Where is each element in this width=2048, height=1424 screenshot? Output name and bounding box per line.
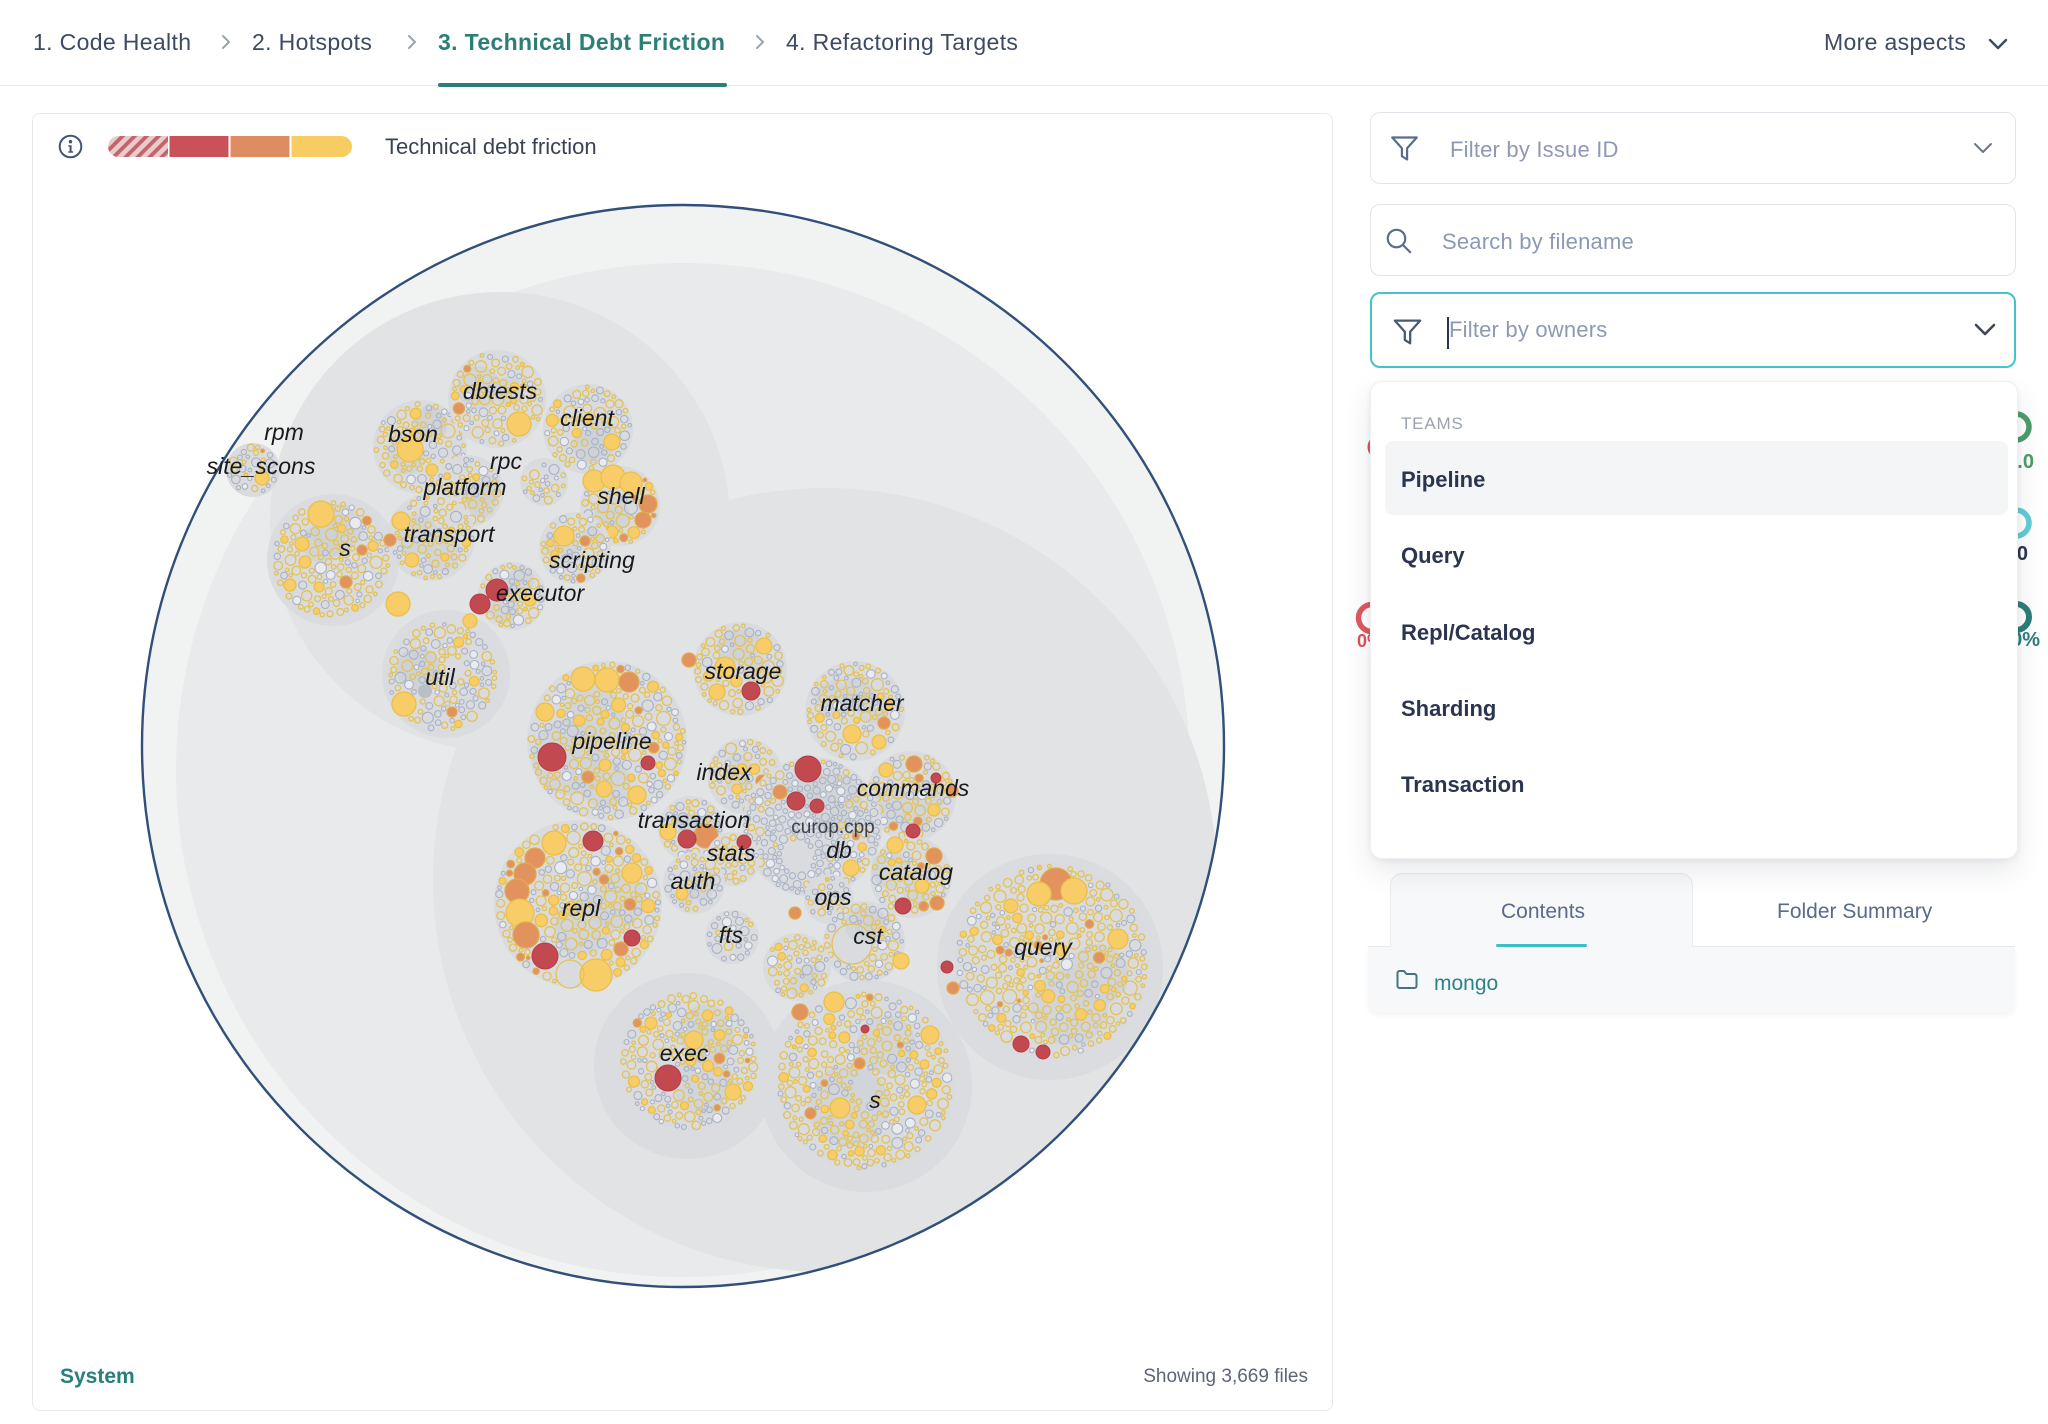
svg-text:rpc: rpc xyxy=(490,448,522,474)
svg-text:util: util xyxy=(425,664,455,690)
svg-text:pipeline: pipeline xyxy=(571,728,651,754)
svg-text:exec: exec xyxy=(660,1040,709,1066)
svg-text:client: client xyxy=(560,405,615,431)
svg-text:storage: storage xyxy=(705,658,782,684)
svg-text:ops: ops xyxy=(814,884,852,910)
svg-text:db: db xyxy=(826,837,852,863)
svg-text:0: 0 xyxy=(2017,543,2028,565)
svg-text:stats: stats xyxy=(707,840,756,866)
svg-text:query: query xyxy=(1014,934,1073,960)
svg-text:repl: repl xyxy=(562,895,601,921)
svg-text:platform: platform xyxy=(422,474,506,500)
svg-text:shell: shell xyxy=(597,483,645,509)
svg-text:transport: transport xyxy=(404,521,496,547)
svg-text:index: index xyxy=(697,759,753,785)
svg-text:catalog: catalog xyxy=(879,859,953,885)
svg-text:s: s xyxy=(869,1087,881,1113)
svg-text:executor: executor xyxy=(496,580,586,606)
svg-text:commands: commands xyxy=(857,775,970,801)
svg-text:transaction: transaction xyxy=(638,807,751,833)
svg-text:s: s xyxy=(339,535,351,561)
svg-text:bson: bson xyxy=(388,421,438,447)
svg-text:site_scons: site_scons xyxy=(207,453,316,479)
svg-text:fts: fts xyxy=(719,922,744,948)
svg-text:auth: auth xyxy=(671,868,716,894)
svg-text:cst: cst xyxy=(853,923,884,949)
svg-text:scripting: scripting xyxy=(549,547,635,573)
svg-text:dbtests: dbtests xyxy=(463,378,538,404)
svg-text:rpm: rpm xyxy=(264,419,304,445)
svg-text:curop.cpp: curop.cpp xyxy=(791,817,874,838)
svg-text:matcher: matcher xyxy=(820,690,904,716)
